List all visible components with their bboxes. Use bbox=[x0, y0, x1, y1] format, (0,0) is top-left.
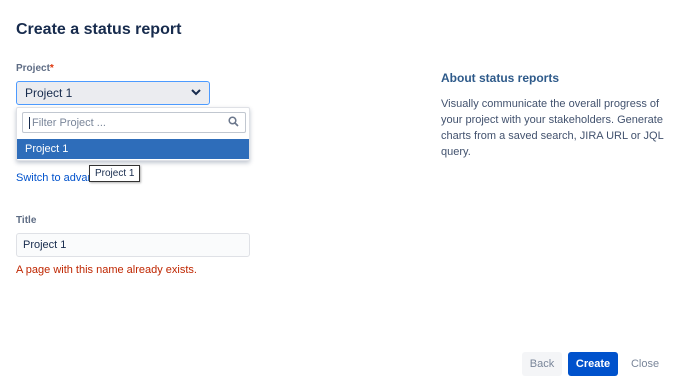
dialog-title: Create a status report bbox=[16, 21, 182, 38]
about-heading: About status reports bbox=[441, 71, 560, 85]
about-description: Visually communicate the overall progres… bbox=[441, 98, 664, 158]
back-button[interactable]: Back bbox=[522, 352, 562, 376]
project-dropdown: Filter Project ... Project 1 bbox=[16, 107, 250, 161]
filter-project-input[interactable]: Filter Project ... bbox=[22, 112, 246, 133]
chevron-down-icon bbox=[191, 88, 201, 98]
project-select-value: Project 1 bbox=[25, 86, 73, 100]
switch-to-advanced-link[interactable]: Switch to advar bbox=[16, 172, 91, 184]
search-icon bbox=[228, 115, 239, 130]
title-label: Title bbox=[16, 215, 37, 226]
project-option[interactable]: Project 1 bbox=[17, 139, 249, 159]
required-marker: * bbox=[49, 63, 54, 74]
close-button[interactable]: Close bbox=[625, 352, 665, 376]
project-label: Project* bbox=[16, 63, 54, 74]
create-button[interactable]: Create bbox=[568, 352, 618, 376]
tooltip: Project 1 bbox=[89, 165, 141, 182]
text-caret bbox=[29, 116, 30, 129]
title-error-message: A page with this name already exists. bbox=[16, 264, 197, 276]
project-select[interactable]: Project 1 bbox=[16, 81, 210, 105]
title-input[interactable]: Project 1 bbox=[16, 233, 250, 257]
filter-placeholder: Filter Project ... bbox=[32, 116, 106, 129]
